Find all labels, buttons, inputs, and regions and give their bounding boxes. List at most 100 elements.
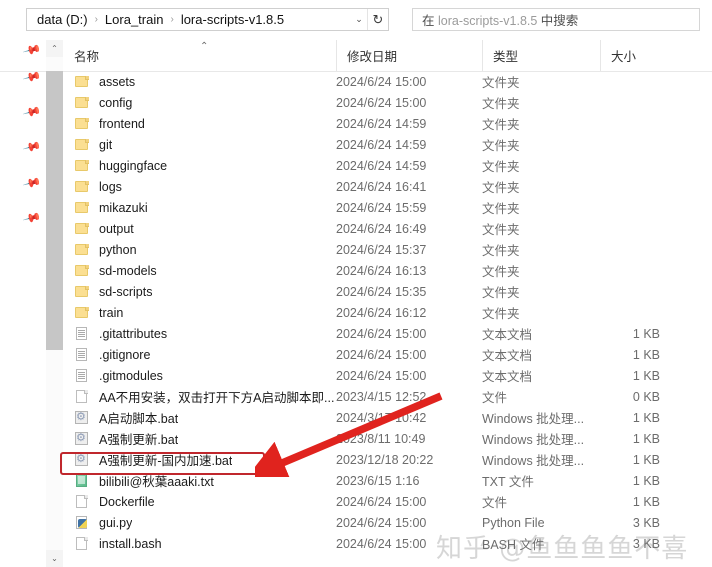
scroll-up-arrow-icon[interactable]: ⌃ (46, 40, 63, 57)
file-name-cell[interactable]: A启动脚本.bat (74, 408, 336, 427)
file-name-cell[interactable]: git (74, 137, 336, 152)
file-date-cell: 2023/6/15 1:16 (336, 473, 420, 488)
file-row[interactable]: logs 2024/6/24 16:41 文件夹 (64, 176, 712, 197)
file-row[interactable]: sd-scripts 2024/6/24 15:35 文件夹 (64, 281, 712, 302)
file-row[interactable]: mikazuki 2024/6/24 15:59 文件夹 (64, 197, 712, 218)
file-name-label: mikazuki (99, 200, 148, 215)
file-name-cell[interactable]: bilibili@秋葉aaaki.txt (74, 471, 336, 490)
pin-icon[interactable]: 📌 (21, 39, 43, 61)
explorer-toolbar: data (D:) › Lora_train › lora-scripts-v1… (0, 0, 712, 36)
file-name-label: sd-scripts (99, 284, 153, 299)
vertical-scrollbar[interactable]: ⌃ ⌄ (46, 40, 63, 567)
file-name-cell[interactable]: sd-models (74, 263, 336, 278)
file-type-cell: 文本文档 (482, 370, 533, 384)
folder-icon (74, 137, 90, 152)
file-row[interactable]: output 2024/6/24 16:49 文件夹 (64, 218, 712, 239)
file-name-cell[interactable]: config (74, 95, 336, 110)
file-row[interactable]: sd-models 2024/6/24 16:13 文件夹 (64, 260, 712, 281)
file-name-label: gui.py (99, 515, 133, 530)
file-name-cell[interactable]: frontend (74, 116, 336, 131)
scrollbar-thumb[interactable] (46, 71, 63, 350)
file-name-cell[interactable]: assets (74, 74, 336, 89)
file-row[interactable]: train 2024/6/24 16:12 文件夹 (64, 302, 712, 323)
column-header-date-modified[interactable]: 修改日期 (336, 40, 456, 71)
textdoc-icon (74, 368, 90, 383)
file-row[interactable]: assets 2024/6/24 15:00 文件夹 (64, 71, 712, 92)
file-row[interactable]: .gitignore 2024/6/24 15:00 文本文档 1 KB (64, 344, 712, 365)
file-type-cell: 文件夹 (482, 202, 520, 216)
file-type-cell: 文件夹 (482, 286, 520, 300)
file-name-cell[interactable]: Dockerfile (74, 494, 336, 509)
file-list[interactable]: assets 2024/6/24 15:00 文件夹 config 2024/6/24 … (64, 71, 712, 567)
file-name-cell[interactable]: train (74, 305, 336, 320)
column-header-size[interactable]: 大小 (600, 40, 690, 71)
file-name-cell[interactable]: sd-scripts (74, 284, 336, 299)
refresh-icon[interactable]: ↻ (367, 9, 388, 30)
textdoc-icon (74, 347, 90, 362)
file-row[interactable]: bilibili@秋葉aaaki.txt 2023/6/15 1:16 TXT 文件… (64, 470, 712, 491)
file-row[interactable]: .gitmodules 2024/6/24 15:00 文本文档 1 KB (64, 365, 712, 386)
breadcrumb-item-current[interactable]: lora-scripts-v1.8.5 (179, 11, 286, 28)
pin-icon[interactable]: 📌 (21, 136, 43, 158)
file-name-label: train (99, 305, 124, 320)
file-name-cell[interactable]: python (74, 242, 336, 257)
file-type-cell: TXT 文件 (482, 475, 534, 489)
file-row[interactable]: git 2024/6/24 14:59 文件夹 (64, 134, 712, 155)
scroll-down-arrow-icon[interactable]: ⌄ (46, 550, 63, 567)
file-row[interactable]: A强制更新-国内加速.bat 2023/12/18 20:22 Windows 批处… (64, 449, 712, 470)
file-row[interactable]: frontend 2024/6/24 14:59 文件夹 (64, 113, 712, 134)
file-name-cell[interactable]: .gitmodules (74, 368, 336, 383)
file-row[interactable]: huggingface 2024/6/24 14:59 文件夹 (64, 155, 712, 176)
file-name-cell[interactable]: huggingface (74, 158, 336, 173)
file-name-label: logs (99, 179, 122, 194)
folder-icon (74, 200, 90, 215)
file-name-label: output (99, 221, 134, 236)
breadcrumb-separator-icon: › (170, 14, 174, 25)
file-row[interactable]: config 2024/6/24 15:00 文件夹 (64, 92, 712, 113)
file-name-cell[interactable]: A强制更新-国内加速.bat (74, 450, 336, 469)
file-name-cell[interactable]: install.bash (74, 536, 336, 551)
breadcrumb[interactable]: data (D:) › Lora_train › lora-scripts-v1… (27, 11, 351, 28)
search-input[interactable]: 在 lora-scripts-v1.8.5 中搜索 (412, 8, 700, 31)
file-name-label: sd-models (99, 263, 157, 278)
file-date-cell: 2023/8/11 10:49 (336, 431, 426, 446)
file-row[interactable]: python 2024/6/24 15:37 文件夹 (64, 239, 712, 260)
file-name-cell[interactable]: .gitattributes (74, 326, 336, 341)
file-row[interactable]: AA不用安装，双击打开下方A启动脚本即... 2023/4/15 12:52 文件 0… (64, 386, 712, 407)
file-name-cell[interactable]: output (74, 221, 336, 236)
address-bar[interactable]: data (D:) › Lora_train › lora-scripts-v1… (26, 8, 389, 31)
pin-icon[interactable]: 📌 (21, 66, 43, 88)
column-header-type[interactable]: 类型 (482, 40, 592, 71)
file-row[interactable]: Dockerfile 2024/6/24 15:00 文件 1 KB (64, 491, 712, 512)
file-name-label: huggingface (99, 158, 168, 173)
file-size-cell: 3 KB (632, 536, 660, 551)
file-row[interactable]: gui.py 2024/6/24 15:00 Python File 3 KB (64, 512, 712, 533)
folder-icon (74, 74, 90, 89)
file-name-cell[interactable]: .gitignore (74, 347, 336, 362)
pinned-items-strip: 📌 📌 📌 📌 📌 📌 (21, 39, 46, 542)
pin-icon[interactable]: 📌 (21, 207, 43, 229)
file-row[interactable]: install.bash 2024/6/24 15:00 BASH 文件 3 KB (64, 533, 712, 554)
file-date-cell: 2024/6/24 14:59 (336, 116, 427, 131)
file-name-cell[interactable]: logs (74, 179, 336, 194)
bat-icon (74, 409, 90, 425)
pin-icon[interactable]: 📌 (21, 101, 43, 123)
file-name-cell[interactable]: mikazuki (74, 200, 336, 215)
file-type-cell: 文件 (482, 496, 508, 510)
py-icon (74, 515, 90, 530)
file-date-cell: 2024/6/24 15:00 (336, 95, 427, 110)
file-size-cell: 3 KB (632, 515, 660, 530)
file-date-cell: 2024/6/24 16:41 (336, 179, 427, 194)
breadcrumb-item-lora-train[interactable]: Lora_train (103, 11, 166, 28)
file-row[interactable]: A启动脚本.bat 2024/3/17 10:42 Windows 批处理... 1 … (64, 407, 712, 428)
file-row[interactable]: A强制更新.bat 2023/8/11 10:49 Windows 批处理... 1 … (64, 428, 712, 449)
file-name-cell[interactable]: gui.py (74, 515, 336, 530)
breadcrumb-item-drive[interactable]: data (D:) (35, 11, 90, 28)
chevron-down-icon[interactable]: ⌄ (351, 15, 367, 24)
folder-icon (74, 221, 90, 236)
file-type-cell: 文本文档 (482, 328, 533, 342)
pin-icon[interactable]: 📌 (21, 172, 43, 194)
file-row[interactable]: .gitattributes 2024/6/24 15:00 文本文档 1 KB (64, 323, 712, 344)
file-name-cell[interactable]: AA不用安装，双击打开下方A启动脚本即... (74, 387, 336, 406)
file-name-cell[interactable]: A强制更新.bat (74, 429, 336, 448)
